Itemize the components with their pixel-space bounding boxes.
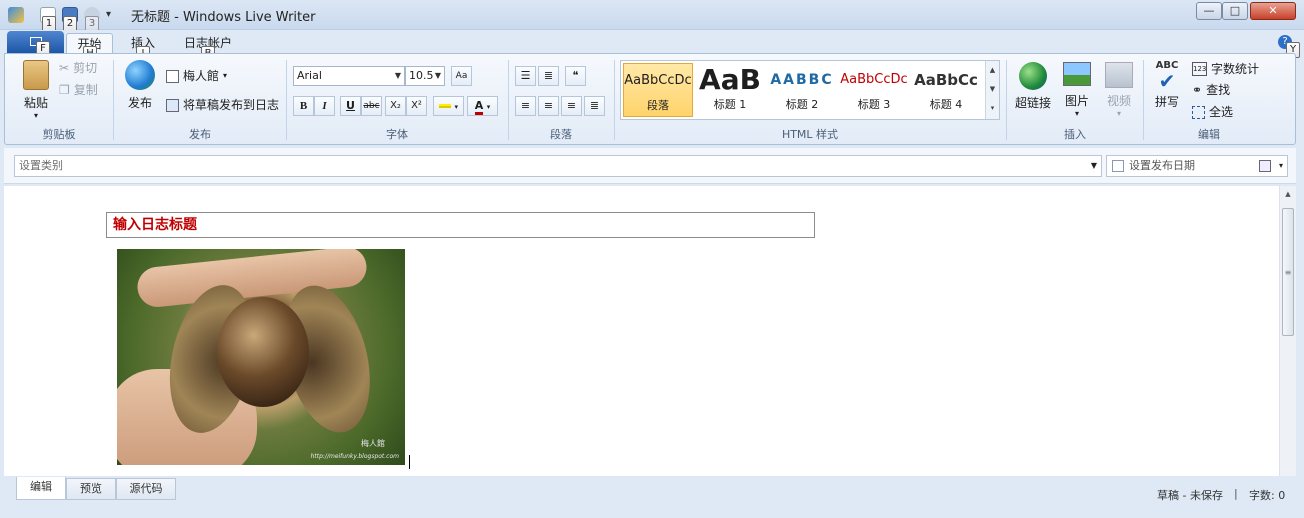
window-title: 无标题 - Windows Live Writer xyxy=(131,10,316,25)
gallery-scroll[interactable]: ▲ ▼ ▾ xyxy=(985,61,999,119)
spelling-label: 拼写 xyxy=(1154,95,1179,109)
minimize-button[interactable]: — xyxy=(1196,2,1222,20)
chevron-down-icon: ▾ xyxy=(1074,109,1079,118)
binoculars-icon: ⚭ xyxy=(1192,83,1203,97)
scroll-thumb[interactable]: ≡ xyxy=(1282,208,1294,336)
style-heading-2-name: 标题 2 xyxy=(785,98,819,111)
find-label: 查找 xyxy=(1206,83,1231,97)
calendar-icon[interactable] xyxy=(1259,160,1271,172)
picture-label: 图片 xyxy=(1064,94,1089,108)
hyperlink-icon xyxy=(1019,62,1047,90)
style-heading-1-name: 标题 1 xyxy=(713,98,747,111)
hyperlink-label: 超链接 xyxy=(1014,96,1051,110)
word-count-label: 字数统计 xyxy=(1211,62,1260,76)
category-select[interactable]: 设置类别 ▼ xyxy=(14,155,1102,177)
category-placeholder: 设置类别 xyxy=(19,159,63,172)
tab-edit[interactable]: 编辑 xyxy=(16,477,66,500)
style-heading-2-sample: AABBC xyxy=(770,72,834,88)
picture-icon xyxy=(1063,62,1091,86)
close-button[interactable]: ✕ xyxy=(1250,2,1296,20)
editing-group-label: 编辑 xyxy=(1198,128,1220,141)
checkmark-icon: ✔ xyxy=(1158,69,1176,93)
ribbon: 粘贴 ▾ ✂剪切 ❐复制 剪贴板 发布 梅人館 ▾ 将草稿发布到日志 发布 xyxy=(4,53,1296,145)
video-label: 视频 xyxy=(1106,94,1131,108)
word-count-status: 字数: 0 xyxy=(1249,489,1286,502)
style-heading-1[interactable]: AaB 标题 1 xyxy=(695,63,765,117)
inserted-photo[interactable]: 梅人館 http://meifunky.blogspot.com xyxy=(117,249,405,465)
status-separator: | xyxy=(1234,487,1238,500)
chevron-down-icon: ▾ xyxy=(1278,161,1283,170)
style-paragraph-sample: AaBbCcDc xyxy=(624,73,692,88)
style-paragraph[interactable]: AaBbCcDc 段落 xyxy=(623,63,693,117)
insert-group-label: 插入 xyxy=(1064,128,1086,141)
video-button[interactable]: 视频 ▾ xyxy=(1099,62,1139,118)
editor-area[interactable]: 输入日志标题 梅人館 http://meifunky.blogspot.com … xyxy=(4,186,1296,476)
chevron-down-icon: ▼ xyxy=(1090,161,1097,170)
style-heading-4[interactable]: AaBbCc 标题 4 xyxy=(911,63,981,117)
style-heading-1-sample: AaB xyxy=(699,63,761,96)
app-icon[interactable] xyxy=(8,7,24,23)
select-all-button[interactable]: 全选 xyxy=(1192,102,1233,122)
text-cursor xyxy=(409,455,410,469)
category-bar: 设置类别 ▼ 设置发布日期 ▾ xyxy=(4,148,1296,184)
publish-date-checkbox[interactable] xyxy=(1112,160,1124,172)
maximize-button[interactable]: □ xyxy=(1222,2,1248,20)
scroll-up-icon[interactable]: ▲ xyxy=(1280,186,1296,202)
style-heading-4-name: 标题 4 xyxy=(929,98,963,111)
photo-watermark-url: http://meifunky.blogspot.com xyxy=(310,453,399,460)
publish-date-field[interactable]: 设置发布日期 ▾ xyxy=(1106,155,1288,177)
tab-source[interactable]: 源代码 xyxy=(116,478,176,500)
tab-preview[interactable]: 预览 xyxy=(66,478,116,500)
status-bar xyxy=(0,476,1304,518)
qat-customize-icon[interactable]: ▾ xyxy=(106,9,111,20)
style-paragraph-name: 段落 xyxy=(647,99,669,112)
style-heading-3-name: 标题 3 xyxy=(857,98,891,111)
publish-date-label: 设置发布日期 xyxy=(1129,159,1195,172)
photo-watermark-name: 梅人館 xyxy=(361,439,385,448)
style-heading-3[interactable]: AaBbCcDc 标题 3 xyxy=(839,63,909,117)
html-styles-group: AaBbCcDc 段落 AaB 标题 1 AABBC 标题 2 AaBbCcDc… xyxy=(5,54,1005,144)
hyperlink-button[interactable]: 超链接 xyxy=(1011,62,1055,111)
html-style-gallery: AaBbCcDc 段落 AaB 标题 1 AABBC 标题 2 AaBbCcDc… xyxy=(620,60,1000,120)
word-count-button[interactable]: 123 字数统计 xyxy=(1192,59,1259,79)
find-button[interactable]: ⚭ 查找 xyxy=(1192,80,1230,100)
style-heading-3-sample: AaBbCcDc xyxy=(840,72,908,87)
editor-scrollbar[interactable]: ▲ ≡ xyxy=(1279,186,1296,476)
picture-button[interactable]: 图片 ▾ xyxy=(1057,62,1097,118)
spelling-button[interactable]: ABC ✔ 拼写 xyxy=(1148,60,1186,110)
editing-group: ABC ✔ 拼写 123 字数统计 ⚭ 查找 全选 编辑 xyxy=(1144,54,1274,144)
word-count-icon: 123 xyxy=(1192,62,1207,76)
video-icon xyxy=(1105,62,1133,88)
chevron-down-icon: ▾ xyxy=(1116,109,1121,118)
html-styles-group-label: HTML 样式 xyxy=(781,128,839,141)
post-title-input[interactable]: 输入日志标题 xyxy=(106,212,815,238)
select-all-icon xyxy=(1192,105,1205,119)
insert-group: 超链接 图片 ▾ 视频 ▾ 插入 xyxy=(1007,54,1143,144)
photo-nut xyxy=(217,297,309,407)
select-all-label: 全选 xyxy=(1209,105,1234,119)
draft-status: 草稿 - 未保存 xyxy=(1157,489,1223,502)
style-heading-2[interactable]: AABBC 标题 2 xyxy=(767,63,837,117)
style-heading-4-sample: AaBbCc xyxy=(914,71,978,89)
